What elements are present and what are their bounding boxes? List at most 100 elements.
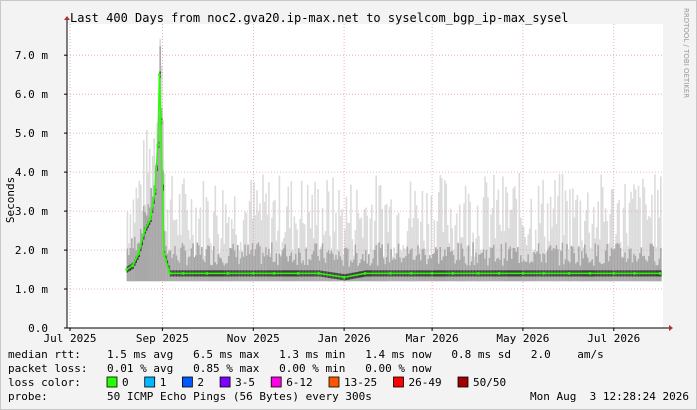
smoke-mid bbox=[187, 257, 190, 282]
smoke-mid bbox=[418, 254, 421, 282]
smoke-mid bbox=[515, 251, 518, 282]
smoke-mid bbox=[175, 255, 178, 282]
watermark: RRDTOOL / TOBI OETIKER bbox=[682, 8, 690, 98]
smoke-mid bbox=[299, 252, 301, 282]
median-rtt-point bbox=[521, 272, 525, 275]
loss-color-label: 13-25 bbox=[344, 376, 377, 389]
smoke-mid bbox=[484, 258, 486, 282]
smoke-mid bbox=[639, 253, 641, 282]
y-tick-labels: 0.01.0 m2.0 m3.0 m4.0 m5.0 m6.0 m7.0 m bbox=[15, 49, 67, 335]
x-tick-label: Jul 2025 bbox=[44, 332, 97, 345]
smoke-mid bbox=[189, 256, 191, 282]
y-tick-label: 4.0 m bbox=[15, 166, 48, 179]
loss-color-label: 50/50 bbox=[473, 376, 506, 389]
loss-color-label: 6-12 bbox=[286, 376, 313, 389]
smoke-mid bbox=[479, 254, 482, 282]
median-rtt-point bbox=[633, 272, 637, 275]
smoke-mid bbox=[451, 250, 453, 282]
legend-loss-color-label: loss color: bbox=[8, 376, 81, 389]
x-tick-label: Mar 2026 bbox=[406, 332, 459, 345]
median-rtt-point bbox=[153, 190, 157, 194]
smoke-mid bbox=[385, 257, 388, 282]
smoke-mid bbox=[536, 251, 538, 282]
smoke-mid bbox=[402, 257, 404, 282]
legend-median-stats: 1.5 ms avg 6.5 ms max 1.3 ms min 1.4 ms … bbox=[107, 348, 604, 361]
smoke-mid bbox=[433, 252, 436, 282]
smoke-mid bbox=[217, 254, 220, 282]
smoke-mid bbox=[131, 238, 133, 282]
median-rtt-point bbox=[226, 272, 230, 275]
legend: median rtt: 1.5 ms avg 6.5 ms max 1.3 ms… bbox=[8, 348, 689, 403]
x-tick-label: Nov 2025 bbox=[227, 332, 280, 345]
smoke-mid bbox=[634, 255, 637, 282]
y-axis-label: Seconds bbox=[4, 177, 17, 223]
smoke-mid bbox=[169, 250, 172, 282]
smoke-mid bbox=[269, 257, 272, 282]
smoke-mid bbox=[475, 252, 477, 282]
smoke-mid bbox=[126, 248, 129, 282]
smoke-mid bbox=[595, 256, 598, 282]
median-rtt-point bbox=[272, 272, 276, 275]
loss-color-swatches: 0 1 2 3-5 6-12 13-25 26-49 50/50 bbox=[106, 376, 506, 389]
median-rtt-point bbox=[125, 268, 128, 271]
median-rtt-point bbox=[159, 120, 163, 123]
median-rtt-point bbox=[363, 272, 367, 275]
smoke-mid bbox=[488, 258, 491, 282]
loss-color-label: 2 bbox=[197, 376, 204, 389]
smoke-mid bbox=[235, 257, 237, 282]
smoke-mid bbox=[658, 258, 661, 282]
smoke-mid bbox=[262, 252, 264, 282]
loss-color-label: 1 bbox=[160, 376, 167, 389]
smoke-mid bbox=[564, 259, 567, 282]
loss-color-swatch bbox=[270, 376, 282, 388]
median-rtt-point bbox=[162, 252, 166, 256]
smoke-mid bbox=[534, 253, 537, 282]
median-rtt-point bbox=[168, 272, 172, 275]
smoke-mid bbox=[520, 255, 522, 282]
smoke-mid bbox=[396, 253, 398, 282]
chart-title: Last 400 Days from noc2.gva20.ip-max.net… bbox=[70, 11, 569, 25]
x-axis-arrow bbox=[669, 325, 673, 331]
smoke-mid bbox=[587, 257, 589, 282]
median-rtt-point bbox=[158, 73, 161, 77]
median-rtt-point bbox=[542, 272, 546, 275]
smoke-mid bbox=[581, 251, 583, 282]
loss-color-label: 3-5 bbox=[235, 376, 255, 389]
smoke-mid bbox=[144, 212, 147, 282]
smoke-mid bbox=[624, 252, 626, 282]
smoke-mid bbox=[219, 257, 221, 282]
legend-loss-stats: 0.01 % avg 0.85 % max 0.00 % min 0.00 % … bbox=[107, 362, 432, 375]
smoke-mid bbox=[503, 258, 506, 282]
loss-color-swatch bbox=[393, 376, 404, 388]
smoke-mid bbox=[573, 253, 576, 282]
smoke-mid bbox=[311, 254, 313, 282]
median-rtt-point bbox=[181, 272, 185, 275]
smoke-mid bbox=[643, 255, 646, 282]
loss-color-swatch bbox=[181, 376, 193, 388]
smoke-mid bbox=[551, 250, 553, 282]
smoke-mid bbox=[360, 259, 363, 282]
smokeping-graph: 0.01.0 m2.0 m3.0 m4.0 m5.0 m6.0 m7.0 m J… bbox=[4, 8, 690, 403]
smoke-mid bbox=[289, 255, 291, 282]
smoke-mid bbox=[449, 251, 452, 282]
smoke-mid bbox=[543, 254, 546, 282]
smoke-mid bbox=[308, 259, 310, 282]
smoke-mid bbox=[147, 204, 150, 282]
median-rtt-point bbox=[137, 252, 140, 256]
smoke-mid bbox=[281, 250, 284, 282]
median-rtt-point bbox=[388, 272, 392, 275]
smoke-mid bbox=[312, 251, 315, 282]
smoke-mid bbox=[582, 258, 585, 282]
smoke-mid bbox=[533, 251, 535, 282]
y-tick-label: 6.0 m bbox=[15, 88, 48, 101]
legend-median-label: median rtt: bbox=[8, 348, 81, 361]
smoke-mid bbox=[424, 255, 427, 282]
smoke-mid bbox=[621, 257, 623, 282]
smoke-mid bbox=[393, 258, 395, 282]
y-tick-label: 2.0 m bbox=[15, 244, 48, 257]
smoke-mid bbox=[241, 251, 243, 282]
legend-loss-label: packet loss: bbox=[8, 362, 87, 375]
smoke-mid bbox=[362, 254, 364, 282]
smoke-mid bbox=[373, 250, 376, 282]
smoke-mid bbox=[609, 256, 611, 282]
